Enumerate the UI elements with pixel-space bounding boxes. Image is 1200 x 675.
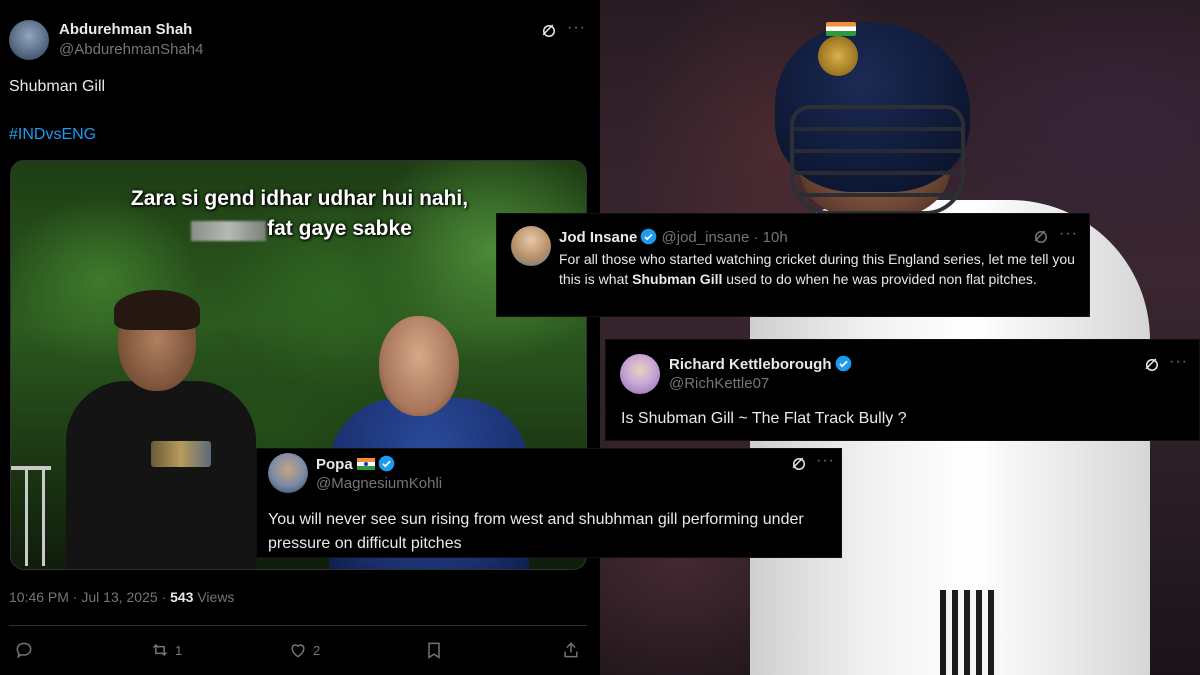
reply-author-line: Jod Insane @jod_insane · 10h — [559, 228, 788, 246]
retweet-icon — [152, 643, 168, 657]
views-count: 543 — [170, 589, 194, 605]
meme-railing — [11, 466, 51, 566]
author-handle[interactable]: @jod_insane · 10h — [662, 229, 788, 246]
more-icon[interactable]: ··· — [816, 452, 835, 470]
timestamp[interactable]: 10:46 PM · Jul 13, 2025 · — [9, 589, 170, 605]
reply-card-richard-kettleborough[interactable]: Richard Kettleborough @RichKettle07 ··· … — [605, 339, 1200, 441]
retweet-button[interactable]: 1 — [150, 640, 182, 660]
avatar[interactable] — [620, 354, 660, 394]
retweet-count: 1 — [175, 642, 183, 658]
meme-caption-line1: Zara si gend idhar udhar hui nahi, — [130, 187, 469, 210]
grok-icon[interactable] — [1032, 228, 1050, 246]
avatar[interactable] — [511, 226, 551, 266]
background-photo-cricketer — [600, 0, 1200, 675]
helmet-grille — [790, 105, 965, 215]
like-button[interactable]: 2 — [288, 640, 320, 660]
more-icon[interactable]: ··· — [1059, 225, 1078, 243]
reply-button[interactable] — [14, 640, 34, 660]
grok-icon[interactable] — [790, 455, 808, 473]
author-name[interactable]: Jod Insane — [559, 229, 637, 246]
grok-icon[interactable] — [540, 22, 558, 40]
main-tweet: Abdurehman Shah @AbdurehmanShah4 ··· Shu… — [0, 0, 600, 675]
author-handle[interactable]: @MagnesiumKohli — [316, 475, 442, 492]
more-icon[interactable]: ··· — [1169, 353, 1188, 371]
reply-card-jod-insane[interactable]: Jod Insane @jod_insane · 10h ··· For all… — [496, 213, 1090, 317]
reply-text: You will never see sun rising from west … — [268, 511, 804, 552]
meme-person-left — [66, 290, 256, 569]
avatar[interactable] — [268, 453, 308, 493]
reply-icon — [16, 642, 32, 659]
verified-icon — [641, 228, 657, 245]
share-button[interactable] — [561, 640, 581, 660]
avatar[interactable] — [9, 20, 49, 60]
author-name[interactable]: Popa — [316, 456, 353, 473]
tweet-meta: 10:46 PM · Jul 13, 2025 · 543 Views — [9, 589, 234, 605]
views-label: Views — [193, 589, 235, 605]
author-handle[interactable]: @AbdurehmanShah4 — [59, 41, 204, 58]
like-count: 2 — [313, 642, 321, 658]
share-icon — [564, 642, 578, 658]
verified-icon — [835, 355, 851, 372]
author-handle[interactable]: @RichKettle07 — [669, 375, 769, 392]
like-icon — [291, 644, 305, 658]
hashtag-link[interactable]: #INDvsENG — [9, 126, 96, 144]
more-icon[interactable]: ··· — [567, 19, 586, 37]
divider — [9, 625, 587, 626]
author-name[interactable]: Abdurehman Shah — [59, 21, 192, 38]
reply-text: Is Shubman Gill ~ The Flat Track Bully ? — [621, 410, 907, 427]
verified-icon — [378, 455, 394, 472]
helmet-badge — [818, 36, 858, 76]
author-name[interactable]: Richard Kettleborough — [669, 356, 832, 373]
tweet-text: Shubman Gill — [9, 78, 106, 95]
cricketer-trousers — [940, 590, 1000, 675]
reply-card-popa[interactable]: Popa @MagnesiumKohli ··· You will never … — [256, 448, 842, 558]
bookmark-icon — [428, 642, 440, 659]
reply-author-line: Popa — [316, 455, 395, 473]
bookmark-button[interactable] — [424, 640, 444, 660]
india-flag-icon — [356, 458, 375, 470]
helmet-flag — [826, 22, 856, 36]
reply-text: For all those who started watching crick… — [559, 251, 1075, 287]
grok-icon[interactable] — [1143, 356, 1161, 374]
reply-author-line: Richard Kettleborough — [669, 355, 852, 373]
